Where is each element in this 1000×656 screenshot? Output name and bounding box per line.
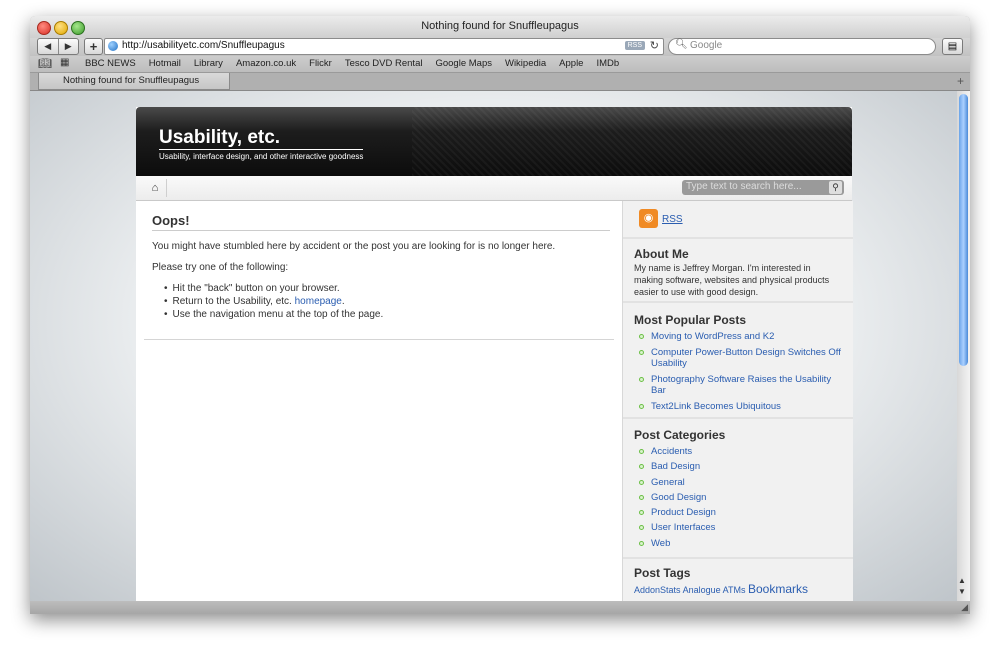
globe-icon xyxy=(108,41,118,51)
tag-link[interactable]: AddonStats xyxy=(634,585,681,595)
resize-grip-icon[interactable]: ◢ xyxy=(961,602,968,613)
window-title: Nothing found for Snuffleupagus xyxy=(421,20,579,32)
tag-cloud: AddonStats Analogue ATMs Bookmarks xyxy=(634,582,844,596)
popular-list: Moving to WordPress and K2 Computer Powe… xyxy=(638,331,848,412)
popular-section: Most Popular Posts Moving to WordPress a… xyxy=(623,303,853,419)
popular-title: Most Popular Posts xyxy=(634,313,747,327)
bookmark-item[interactable]: Hotmail xyxy=(149,58,181,69)
add-bookmark-button[interactable]: + xyxy=(84,38,103,55)
vertical-scrollbar[interactable]: ▲ ▼ xyxy=(957,91,970,601)
list-item[interactable]: Product Design xyxy=(638,507,848,519)
not-found-message: You might have stumbled here by accident… xyxy=(152,241,556,252)
address-bar[interactable]: http://usabilityetc.com/Snuffleupagus RS… xyxy=(104,38,664,55)
list-item: Hit the "back" button on your browser. xyxy=(164,282,383,295)
reload-icon[interactable]: ↻ xyxy=(650,39,659,52)
about-section: About Me My name is Jeffrey Morgan. I'm … xyxy=(623,239,853,303)
print-button[interactable]: ▤ xyxy=(942,38,963,55)
list-item[interactable]: Moving to WordPress and K2 xyxy=(638,331,848,343)
list-item[interactable]: User Interfaces xyxy=(638,522,848,534)
tag-link[interactable]: Bookmarks xyxy=(748,582,808,596)
bookmarks-bar: 📖︎ ▦ BBC NEWS Hotmail Library Amazon.co.… xyxy=(30,56,970,73)
sidebar: ◉ RSS About Me My name is Jeffrey Morgan… xyxy=(622,201,853,601)
list-item[interactable]: Text2Link Becomes Ubiquitous xyxy=(638,401,848,413)
bookmark-item[interactable]: Amazon.co.uk xyxy=(236,58,296,69)
site-search-icon[interactable]: ⚲ xyxy=(829,181,842,194)
list-item[interactable]: Computer Power-Button Design Switches Of… xyxy=(638,347,848,370)
main-content: Oops! You might have stumbled here by ac… xyxy=(136,201,622,601)
bookmark-item[interactable]: Apple xyxy=(559,58,583,69)
web-page: Usability, etc. Usability, interface des… xyxy=(136,107,853,601)
rss-feed-icon[interactable]: ◉ xyxy=(639,209,658,228)
bookmark-item[interactable]: Flickr xyxy=(309,58,332,69)
page-viewport: Usability, etc. Usability, interface des… xyxy=(30,91,957,601)
new-tab-icon[interactable]: + xyxy=(957,74,964,88)
list-item-text: Return to the Usability, etc. xyxy=(172,296,295,307)
url-text[interactable]: http://usabilityetc.com/Snuffleupagus xyxy=(122,40,285,51)
nav-buttons: ◀ ▶ xyxy=(37,38,79,55)
site-header: Usability, etc. Usability, interface des… xyxy=(136,107,852,176)
tags-title: Post Tags xyxy=(634,566,691,580)
bookmark-item[interactable]: Wikipedia xyxy=(505,58,546,69)
tag-link[interactable]: ATMs xyxy=(723,585,746,595)
rss-section: ◉ RSS xyxy=(623,201,853,239)
list-item[interactable]: Bad Design xyxy=(638,461,848,473)
bookmark-item[interactable]: Library xyxy=(194,58,223,69)
divider xyxy=(144,339,614,340)
bookmark-item[interactable]: Google Maps xyxy=(435,58,492,69)
bookmark-item[interactable]: IMDb xyxy=(596,58,619,69)
rss-badge[interactable]: RSS xyxy=(624,41,645,50)
about-text: My name is Jeffrey Morgan. I'm intereste… xyxy=(634,263,830,297)
header-pattern xyxy=(412,107,852,176)
scroll-down-arrow-icon[interactable]: ▼ xyxy=(958,587,966,596)
scrollbar-thumb[interactable] xyxy=(959,94,968,366)
top-sites-grid-icon[interactable]: ▦ xyxy=(60,57,69,68)
categories-title: Post Categories xyxy=(634,428,726,442)
site-search-placeholder: Type text to search here... xyxy=(686,181,802,192)
list-item[interactable]: Accidents xyxy=(638,446,848,458)
rss-link[interactable]: RSS xyxy=(662,214,683,225)
tag-link[interactable]: Analogue xyxy=(683,585,721,595)
site-title[interactable]: Usability, etc. xyxy=(159,127,280,149)
page-title: Oops! xyxy=(152,213,610,231)
list-item: Use the navigation menu at the top of th… xyxy=(164,308,384,321)
search-placeholder: Google xyxy=(690,40,723,51)
status-bar: ◢ xyxy=(30,601,970,614)
site-nav: ⌂ Type text to search here... ⚲ xyxy=(136,176,852,201)
home-icon[interactable]: ⌂ xyxy=(144,179,167,197)
list-item: Return to the Usability, etc. homepage. xyxy=(164,295,383,308)
site-description: Usability, interface design, and other i… xyxy=(159,149,364,161)
list-item[interactable]: Web xyxy=(638,538,848,550)
categories-section: Post Categories Accidents Bad Design Gen… xyxy=(623,419,853,559)
categories-list: Accidents Bad Design General Good Design… xyxy=(638,446,848,549)
bookmarks-list: BBC NEWS Hotmail Library Amazon.co.uk Fl… xyxy=(85,58,632,69)
title-bar: Nothing found for Snuffleupagus xyxy=(30,16,970,38)
about-title: About Me xyxy=(634,247,689,261)
tab-bar: Nothing found for Snuffleupagus + xyxy=(30,73,970,91)
bookmarks-book-icon[interactable]: 📖︎ xyxy=(38,57,52,70)
list-item[interactable]: Good Design xyxy=(638,492,848,504)
homepage-link[interactable]: homepage xyxy=(295,296,342,307)
bookmark-item[interactable]: BBC NEWS xyxy=(85,58,136,69)
list-item[interactable]: General xyxy=(638,477,848,489)
bookmark-item[interactable]: Tesco DVD Rental xyxy=(345,58,423,69)
search-icon[interactable]: 🔍︎ xyxy=(675,39,688,50)
browser-window: Nothing found for Snuffleupagus ◀ ▶ + ht… xyxy=(30,16,970,614)
suggestion-intro: Please try one of the following: xyxy=(152,262,289,273)
back-button[interactable]: ◀ xyxy=(38,39,59,54)
browser-toolbar: ◀ ▶ + http://usabilityetc.com/Snuffleupa… xyxy=(30,38,970,56)
forward-button[interactable]: ▶ xyxy=(59,39,79,54)
list-item-text: . xyxy=(341,296,345,307)
list-item[interactable]: Photography Software Raises the Usabilit… xyxy=(638,374,848,397)
suggestion-list: Hit the "back" button on your browser. R… xyxy=(164,282,384,321)
tab-active[interactable]: Nothing found for Snuffleupagus xyxy=(38,73,230,90)
scroll-up-arrow-icon[interactable]: ▲ xyxy=(958,576,966,585)
site-search-input[interactable]: Type text to search here... ⚲ xyxy=(682,180,844,195)
search-input[interactable]: 🔍︎ Google xyxy=(668,38,936,55)
